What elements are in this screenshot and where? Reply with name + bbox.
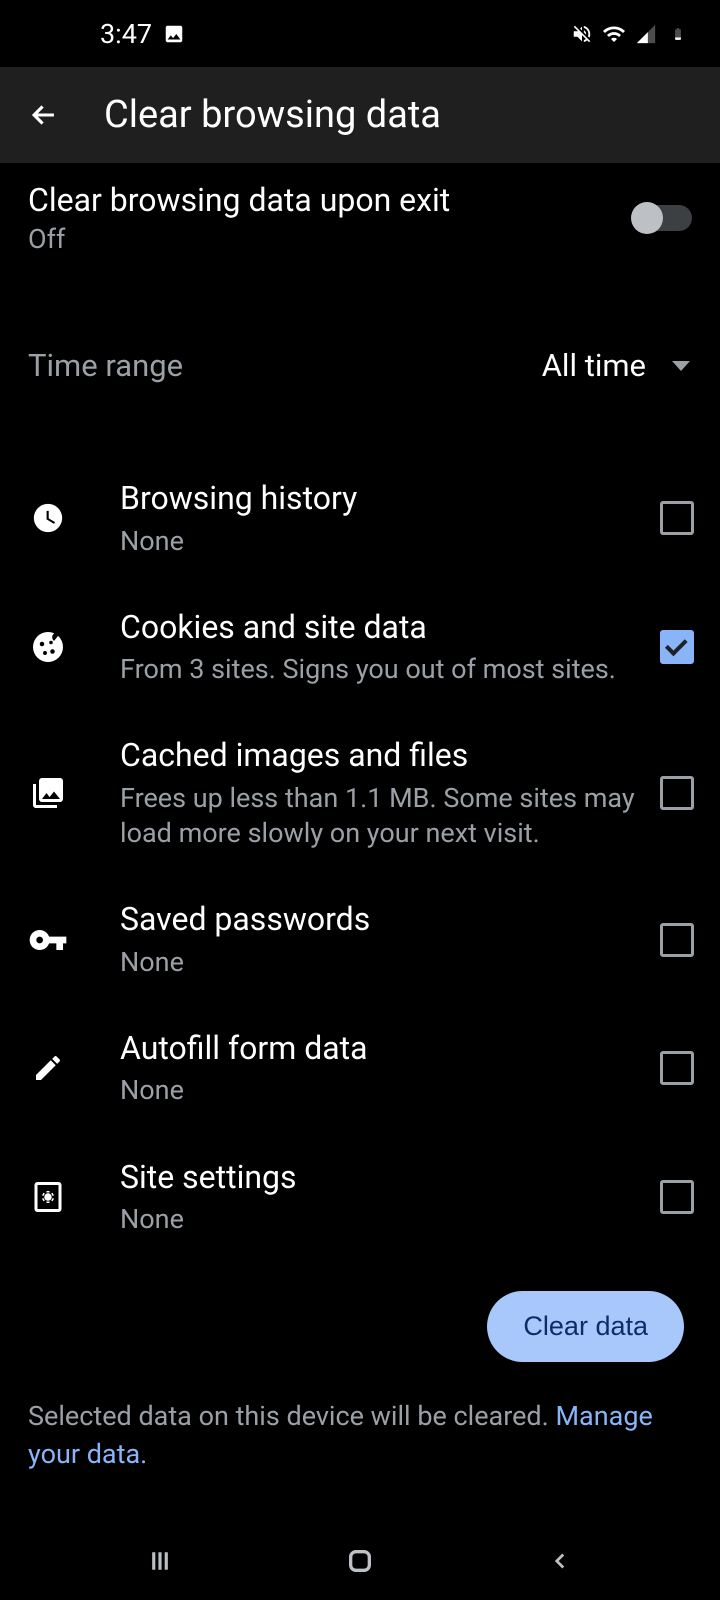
clear-on-exit-title: Clear browsing data upon exit — [28, 181, 450, 219]
nav-home[interactable] — [340, 1541, 380, 1581]
checkbox-cached[interactable] — [660, 776, 694, 810]
app-bar: Clear browsing data — [0, 67, 720, 163]
signal-icon — [634, 22, 658, 46]
clear-on-exit-value: Off — [28, 223, 450, 255]
time-range-label: Time range — [28, 347, 183, 384]
checkbox-browsing-history[interactable] — [660, 501, 694, 535]
item-browsing-history[interactable]: Browsing history None — [0, 454, 720, 583]
page-title: Clear browsing data — [104, 93, 441, 137]
screenshot-notification-icon — [162, 22, 186, 46]
cookie-icon — [28, 627, 68, 667]
navigation-bar — [0, 1522, 720, 1600]
footer-text: Selected data on this device will be cle… — [28, 1400, 555, 1432]
content: Clear browsing data upon exit Off Time r… — [0, 163, 720, 1492]
item-subtitle: None — [120, 524, 636, 559]
checkbox-site-settings[interactable] — [660, 1180, 694, 1214]
nav-back[interactable] — [540, 1541, 580, 1581]
item-subtitle: None — [120, 945, 636, 980]
item-cached[interactable]: Cached images and files Frees up less th… — [0, 711, 720, 875]
battery-icon — [666, 22, 690, 46]
checkbox-passwords[interactable] — [660, 923, 694, 957]
item-title: Cookies and site data — [120, 607, 636, 649]
item-subtitle: From 3 sites. Signs you out of most site… — [120, 652, 636, 687]
clear-on-exit-row[interactable]: Clear browsing data upon exit Off — [0, 163, 720, 287]
checkbox-cookies[interactable] — [660, 630, 694, 664]
item-title: Autofill form data — [120, 1028, 636, 1070]
item-title: Browsing history — [120, 478, 636, 520]
chevron-down-icon — [672, 361, 690, 371]
item-site-settings[interactable]: Site settings None — [0, 1133, 720, 1262]
item-passwords[interactable]: Saved passwords None — [0, 875, 720, 1004]
image-icon — [28, 773, 68, 813]
nav-recents[interactable] — [140, 1541, 180, 1581]
clear-data-button[interactable]: Clear data — [487, 1291, 684, 1362]
check-icon — [665, 634, 688, 657]
status-left: 3:47 — [100, 18, 186, 50]
clock-icon — [28, 498, 68, 538]
wifi-icon — [602, 22, 626, 46]
item-title: Saved passwords — [120, 899, 636, 941]
back-button[interactable] — [20, 91, 68, 139]
footer-note: Selected data on this device will be cle… — [0, 1380, 720, 1492]
item-subtitle: None — [120, 1202, 636, 1237]
item-subtitle: None — [120, 1073, 636, 1108]
key-icon — [28, 920, 68, 960]
clear-on-exit-switch[interactable] — [634, 205, 692, 231]
item-autofill[interactable]: Autofill form data None — [0, 1004, 720, 1133]
settings-page-icon — [28, 1177, 68, 1217]
mute-icon — [570, 22, 594, 46]
time-range-row[interactable]: Time range All time — [0, 317, 720, 414]
item-title: Site settings — [120, 1157, 636, 1199]
time-range-dropdown[interactable]: All time — [542, 347, 690, 384]
status-right — [570, 22, 690, 46]
checkbox-autofill[interactable] — [660, 1051, 694, 1085]
item-title: Cached images and files — [120, 735, 636, 777]
pencil-icon — [28, 1048, 68, 1088]
status-time: 3:47 — [100, 18, 152, 50]
item-subtitle: Frees up less than 1.1 MB. Some sites ma… — [120, 781, 636, 851]
status-bar: 3:47 — [0, 0, 720, 67]
item-cookies[interactable]: Cookies and site data From 3 sites. Sign… — [0, 583, 720, 712]
time-range-value: All time — [542, 347, 646, 384]
data-type-list: Browsing history None Cookies and site d… — [0, 454, 720, 1261]
